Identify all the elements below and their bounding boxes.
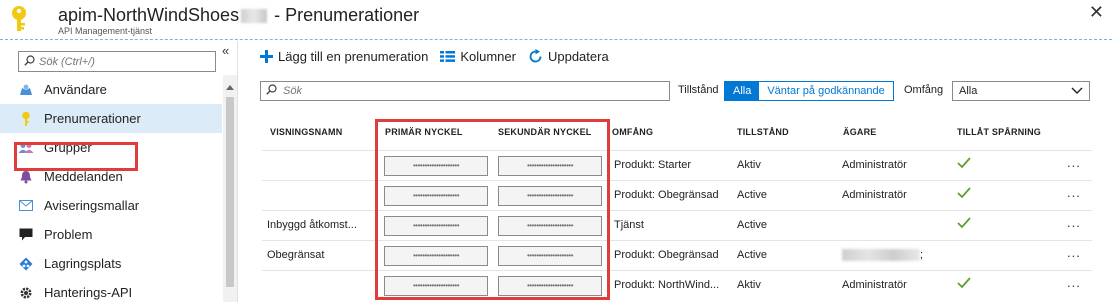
sidebar-item-lagringsplats[interactable]: Lagringsplats	[0, 249, 222, 278]
scroll-up-arrow-icon[interactable]	[226, 85, 234, 90]
state-cell: Active	[737, 189, 767, 201]
gear-icon	[18, 285, 34, 301]
close-icon[interactable]: ✕	[1089, 2, 1104, 23]
page-title-prefix: apim-NorthWindShoes	[58, 5, 240, 25]
chevron-down-icon	[1071, 82, 1083, 106]
scope-dropdown[interactable]: Alla	[952, 81, 1090, 101]
highlight-box	[14, 142, 138, 171]
plus-icon	[260, 49, 273, 63]
users-icon	[18, 82, 34, 98]
checkmark-icon	[957, 157, 971, 172]
state-cell: Aktiv	[737, 159, 761, 171]
more-options-icon[interactable]: ...	[1067, 155, 1081, 170]
subscription-search-input[interactable]	[283, 84, 663, 98]
blade-header: apim-NorthWindShoes - Prenumerationer AP…	[0, 0, 1112, 40]
columns-button[interactable]: Kolumner	[440, 49, 516, 64]
refresh-icon	[528, 48, 543, 64]
scope-cell: Tjänst	[614, 219, 644, 231]
column-header-scope[interactable]: OMFÅNG	[612, 127, 653, 137]
more-options-icon[interactable]: ...	[1067, 245, 1081, 260]
add-subscription-button[interactable]: Lägg till en prenumeration	[260, 49, 428, 64]
redacted-owner	[842, 249, 920, 261]
chat-icon	[18, 227, 34, 243]
highlight-box	[375, 119, 610, 300]
more-options-icon[interactable]: ...	[1067, 215, 1081, 230]
menu-search-input[interactable]	[39, 54, 209, 69]
sidebar-item-aviseringsmallar[interactable]: Aviseringsmallar	[0, 191, 222, 220]
scope-filter-label: Omfång	[904, 84, 944, 96]
command-bar: Lägg till en prenumeration Kolumner Uppd…	[260, 46, 621, 66]
owner-cell: Administratör	[842, 279, 907, 291]
columns-label: Kolumner	[460, 48, 516, 64]
key-icon	[12, 6, 26, 31]
state-filter-label: Tillstånd	[678, 84, 719, 96]
menu-search[interactable]	[18, 51, 216, 72]
sidebar-item-label: Hanterings-API	[44, 285, 133, 300]
columns-icon	[440, 50, 456, 62]
column-header-allow-tracing[interactable]: TILLÅT SPÅRNING	[957, 127, 1041, 137]
more-options-icon[interactable]: ...	[1067, 275, 1081, 290]
collapse-menu-icon[interactable]: «	[222, 43, 229, 58]
state-option-all[interactable]: Alla	[725, 82, 760, 100]
filter-bar: Tillstånd Alla Väntar på godkännande Omf…	[260, 80, 1100, 102]
owner-cell: Administratör	[842, 159, 907, 171]
sidebar-item-label: Lagringsplats	[44, 256, 122, 271]
sidebar-item-label: Meddelanden	[44, 169, 123, 184]
redacted-text	[241, 9, 268, 24]
scope-cell: Produkt: NorthWind...	[614, 279, 720, 291]
scope-cell: Produkt: Obegränsad	[614, 189, 719, 201]
checkmark-icon	[957, 217, 971, 232]
sidebar-item-prenumerationer[interactable]: Prenumerationer	[0, 104, 222, 133]
state-option-pending[interactable]: Väntar på godkännande	[759, 82, 893, 100]
column-header-state[interactable]: TILLSTÅND	[737, 127, 789, 137]
refresh-button[interactable]: Uppdatera	[528, 48, 609, 64]
checkmark-icon	[957, 277, 971, 292]
checkmark-icon	[957, 187, 971, 202]
sidebar-item-problem[interactable]: Problem	[0, 220, 222, 249]
scope-dropdown-value: Alla	[959, 85, 978, 97]
display-name-cell: Inbyggd åtkomst...	[267, 219, 357, 231]
add-subscription-label: Lägg till en prenumeration	[278, 48, 429, 64]
search-icon	[266, 84, 277, 98]
refresh-label: Uppdatera	[547, 48, 609, 64]
sidebar-item-hanterings-api[interactable]: Hanterings-API	[0, 278, 222, 302]
sidebar-item-label: Användare	[44, 82, 107, 97]
key-icon	[18, 111, 34, 127]
sidebar-item-label: Problem	[44, 227, 93, 242]
display-name-cell: Obegränsat	[267, 249, 325, 261]
subscription-search[interactable]	[260, 81, 670, 101]
owner-cell: ;	[920, 249, 924, 261]
state-cell: Aktiv	[737, 279, 761, 291]
mail-icon	[18, 198, 34, 214]
page-title-suffix: - Prenumerationer	[269, 5, 420, 25]
owner-cell: Administratör	[842, 189, 907, 201]
state-cell: Active	[737, 249, 767, 261]
search-icon	[24, 55, 35, 69]
state-cell: Active	[737, 219, 767, 231]
scope-cell: Produkt: Starter	[614, 159, 692, 171]
page-subtitle: API Management-tjänst	[58, 26, 153, 36]
menu-scrollbar-thumb[interactable]	[226, 97, 234, 287]
column-header-display-name[interactable]: VISNINGSNAMN	[270, 127, 342, 137]
state-filter-toggle: Alla Väntar på godkännande	[724, 81, 894, 101]
sidebar-item-label: Aviseringsmallar	[44, 198, 140, 213]
menu-list: Användare Prenumerationer Grupper Meddel…	[0, 75, 222, 302]
repository-icon	[18, 256, 34, 272]
resource-menu: « Användare Prenumerationer Grupper Medd…	[0, 41, 238, 302]
more-options-icon[interactable]: ...	[1067, 185, 1081, 200]
column-header-owner[interactable]: ÄGARE	[843, 127, 877, 137]
scope-cell: Produkt: Obegränsad	[614, 249, 719, 261]
page-title: apim-NorthWindShoes - Prenumerationer	[58, 5, 419, 26]
sidebar-item-anvandare[interactable]: Användare	[0, 75, 222, 104]
sidebar-item-label: Prenumerationer	[44, 111, 141, 126]
